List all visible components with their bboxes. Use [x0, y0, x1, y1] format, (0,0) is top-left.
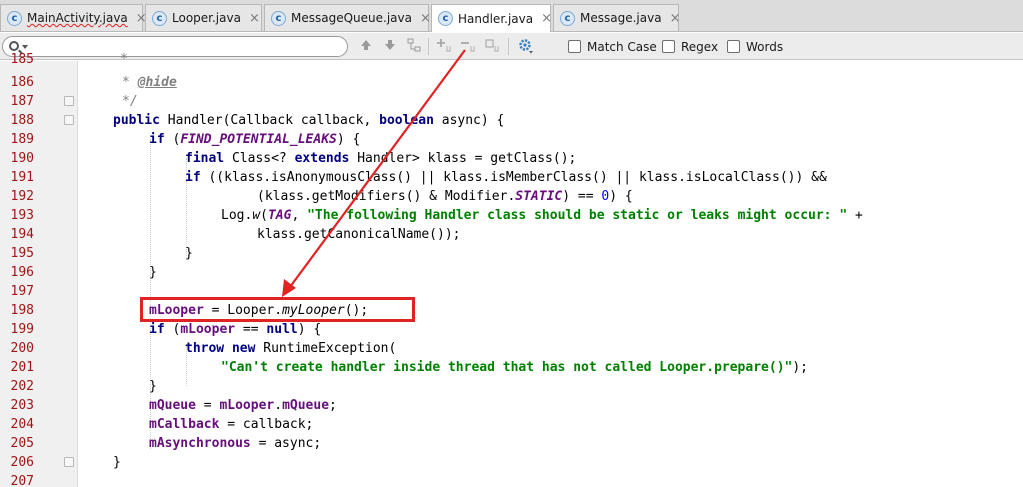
line-number: 200 [10, 341, 34, 356]
line-number: 196 [10, 265, 34, 280]
select-all-occurrences-icon[interactable] [484, 38, 502, 55]
code-line: mQueue = mLooper.mQueue; [149, 398, 337, 413]
tab-label: MessageQueue.java [291, 11, 412, 25]
tab-main-activity[interactable]: c MainActivity.java × [0, 4, 147, 31]
line-number: 205 [10, 436, 34, 451]
code-line: mAsynchronous = async; [149, 436, 322, 451]
java-class-icon: c [560, 10, 575, 26]
match-case-label: Match Case [587, 39, 657, 54]
words-label: Words [746, 39, 784, 54]
code-editor[interactable]: 185 186 187 188 189 190 191 192 193 194 … [0, 52, 1023, 487]
remove-selection-icon[interactable] [460, 38, 478, 55]
line-number: 207 [10, 474, 34, 487]
words-checkbox[interactable]: Words [727, 38, 783, 55]
code-line: if ((klass.isAnonymousClass() || klass.i… [185, 170, 827, 185]
code-line: throw new RuntimeException( [185, 341, 397, 356]
code-line: mCallback = callback; [149, 417, 314, 432]
line-number-gutter[interactable]: 185 186 187 188 189 190 191 192 193 194 … [0, 52, 78, 487]
line-number: 185 [10, 52, 34, 67]
match-case-checkbox[interactable]: Match Case [568, 38, 657, 55]
line-number: 194 [10, 227, 34, 242]
line-number: 199 [10, 322, 34, 337]
tab-message-queue[interactable]: c MessageQueue.java × [264, 4, 431, 31]
line-number: 195 [10, 246, 34, 261]
tab-label: Looper.java [172, 11, 241, 25]
line-number: 191 [10, 170, 34, 185]
code-line: */ [122, 94, 138, 109]
checkbox-box[interactable] [727, 40, 740, 53]
tab-label: MainActivity.java [27, 11, 128, 25]
regex-label: Regex [681, 39, 719, 54]
code-line: } [149, 265, 157, 280]
code-line: klass.getCanonicalName()); [257, 227, 461, 242]
fold-marker-icon[interactable] [64, 115, 74, 125]
code-area[interactable]: * * @hide */ public Handler(Callback cal… [78, 52, 1023, 487]
line-number: 186 [10, 75, 34, 90]
code-line: "Can't create handler inside thread that… [221, 360, 809, 375]
line-number: 203 [10, 398, 34, 413]
line-number: 193 [10, 208, 34, 223]
code-line: } [149, 379, 157, 394]
search-field[interactable] [2, 36, 348, 57]
find-bar: Match Case Regex Words [0, 33, 1023, 60]
tab-label: Message.java [580, 11, 662, 25]
code-line: * [120, 52, 128, 67]
close-tab-icon[interactable]: × [249, 11, 260, 26]
separator [428, 38, 429, 55]
java-class-icon: c [438, 11, 453, 26]
tab-handler[interactable]: c Handler.java × [431, 4, 552, 32]
editor-tab-bar: c MainActivity.java × c Looper.java × c … [0, 0, 1023, 32]
line-number: 206 [10, 455, 34, 470]
code-line: * @hide [122, 75, 177, 90]
line-number: 189 [10, 132, 34, 147]
code-line: if (mLooper == null) { [149, 322, 322, 337]
search-input[interactable] [33, 38, 333, 55]
code-line: final Class<? extends Handler> klass = g… [185, 151, 577, 166]
next-occurrence-icon[interactable] [381, 38, 399, 55]
search-history-dropdown-icon[interactable] [22, 45, 28, 49]
java-class-icon: c [271, 10, 286, 26]
fold-marker-icon[interactable] [64, 457, 74, 467]
filter-settings-icon[interactable] [517, 38, 535, 55]
close-tab-icon[interactable]: × [420, 11, 431, 26]
line-number: 198 [10, 303, 34, 318]
tab-message[interactable]: c Message.java × [553, 4, 681, 31]
java-class-icon: c [152, 10, 167, 26]
previous-occurrence-icon[interactable] [357, 38, 375, 55]
code-line: Log.w(TAG, "The following Handler class … [221, 208, 863, 223]
checkbox-box[interactable] [662, 40, 675, 53]
line-number: 187 [10, 94, 34, 109]
line-number: 188 [10, 113, 34, 128]
annotation-highlight-box [140, 297, 415, 322]
line-number: 197 [10, 284, 34, 299]
line-number: 202 [10, 379, 34, 394]
code-line: (klass.getModifiers() & Modifier.STATIC)… [257, 189, 633, 204]
checkbox-box[interactable] [568, 40, 581, 53]
separator [508, 38, 509, 55]
code-line: } [185, 246, 193, 261]
line-number: 201 [10, 360, 34, 375]
find-all-icon[interactable] [405, 38, 423, 55]
java-class-icon: c [7, 10, 22, 26]
add-selection-icon[interactable] [436, 38, 454, 55]
close-tab-icon[interactable]: × [670, 11, 681, 26]
line-number: 192 [10, 189, 34, 204]
fold-marker-icon[interactable] [64, 96, 74, 106]
tab-label: Handler.java [458, 11, 534, 26]
line-number: 190 [10, 151, 34, 166]
code-line: } [113, 455, 121, 470]
regex-checkbox[interactable]: Regex [662, 38, 718, 55]
close-tab-icon[interactable]: × [541, 11, 552, 26]
tab-looper[interactable]: c Looper.java × [145, 4, 262, 31]
code-line: if (FIND_POTENTIAL_LEAKS) { [149, 132, 361, 147]
code-line: public Handler(Callback callback, boolea… [113, 113, 505, 128]
line-number: 204 [10, 417, 34, 432]
